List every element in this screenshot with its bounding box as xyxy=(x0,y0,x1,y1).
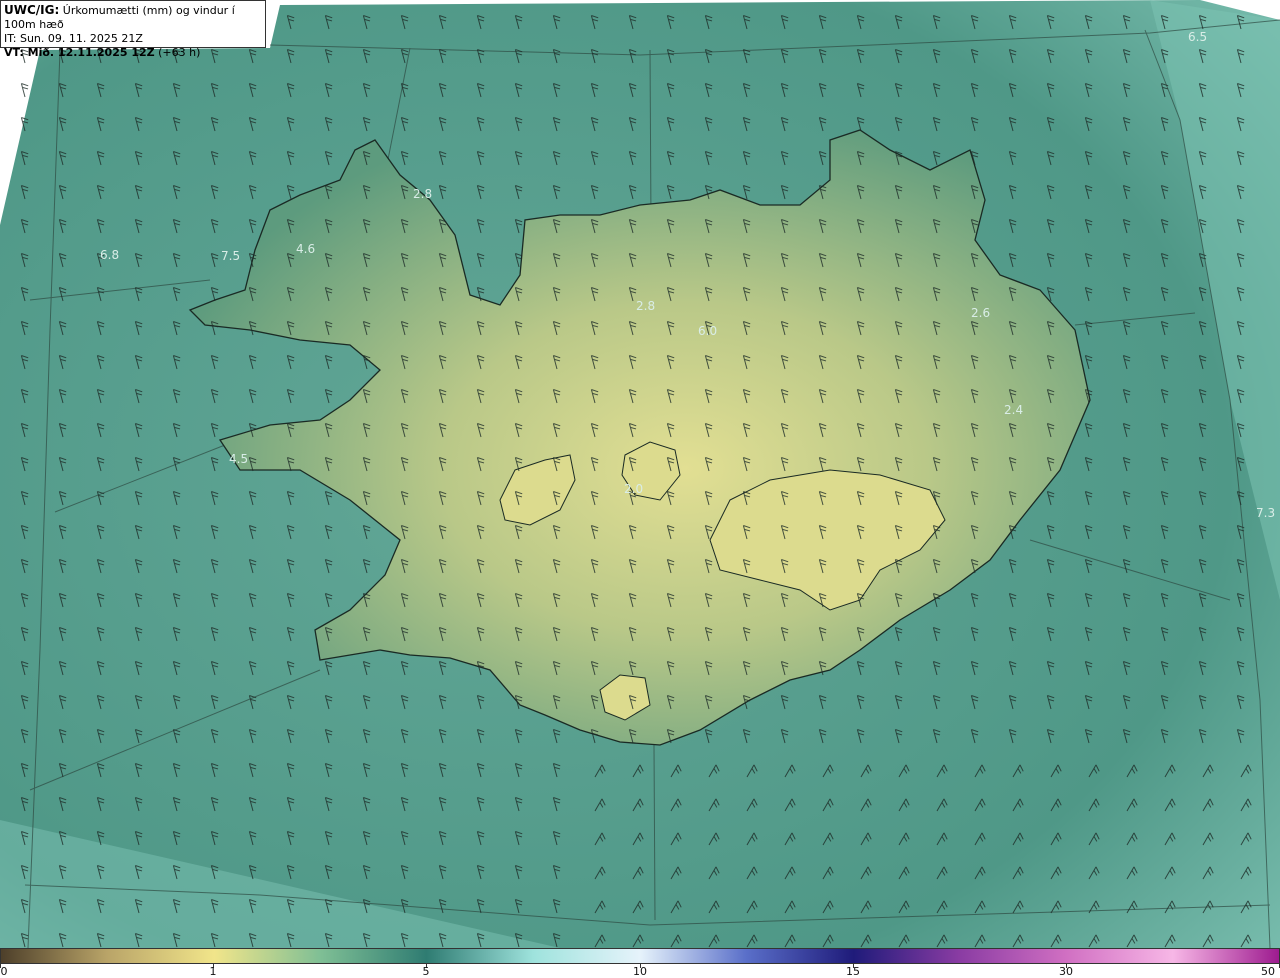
point-label: 2.8 xyxy=(413,187,432,201)
wind-barb xyxy=(20,83,29,98)
colorbar-label: 5 xyxy=(422,965,430,978)
point-label: 2.6 xyxy=(971,306,990,320)
init-time: IT: Sun. 09. 11. 2025 21Z xyxy=(4,32,143,45)
point-label: 2.0 xyxy=(624,482,643,496)
colorbar-label: 30 xyxy=(1059,965,1073,978)
colorbar-label: 50 xyxy=(1261,965,1275,978)
point-label: 4.5 xyxy=(229,452,248,466)
valid-time-line: VT: Mið. 12.11.2025 12Z (+63 h) xyxy=(4,46,262,60)
model-name: UWC/IG: xyxy=(4,3,60,17)
colorbar-label: 10 xyxy=(633,965,647,978)
forecast-hour: (+63 h) xyxy=(158,46,201,59)
point-label: 7.5 xyxy=(221,249,240,263)
colorbar: 0 1 5 10 15 30 50 xyxy=(0,948,1280,978)
point-label: 6.0 xyxy=(698,324,717,338)
valid-time: VT: Mið. 12.11.2025 12Z xyxy=(4,46,155,59)
colorbar-label: 0 xyxy=(0,965,8,978)
point-label: 6.8 xyxy=(100,248,119,262)
map-canvas[interactable]: 6.5 6.8 7.5 4.6 2.8 2.8 6.0 2.6 2.4 4.5 … xyxy=(0,0,1280,948)
point-label: 6.5 xyxy=(1188,30,1207,44)
point-label: 2.8 xyxy=(636,299,655,313)
colorbar-label: 1 xyxy=(209,965,217,978)
map-header: UWC/IG: Úrkomumætti (mm) og vindur í 100… xyxy=(0,0,266,59)
point-label: 2.4 xyxy=(1004,403,1023,417)
point-label: 4.6 xyxy=(296,242,315,256)
colorbar-gradient xyxy=(0,948,1280,964)
colorbar-label: 15 xyxy=(846,965,860,978)
point-label: 7.3 xyxy=(1256,506,1275,520)
header-title-line: UWC/IG: Úrkomumætti (mm) og vindur í 100… xyxy=(4,3,262,32)
